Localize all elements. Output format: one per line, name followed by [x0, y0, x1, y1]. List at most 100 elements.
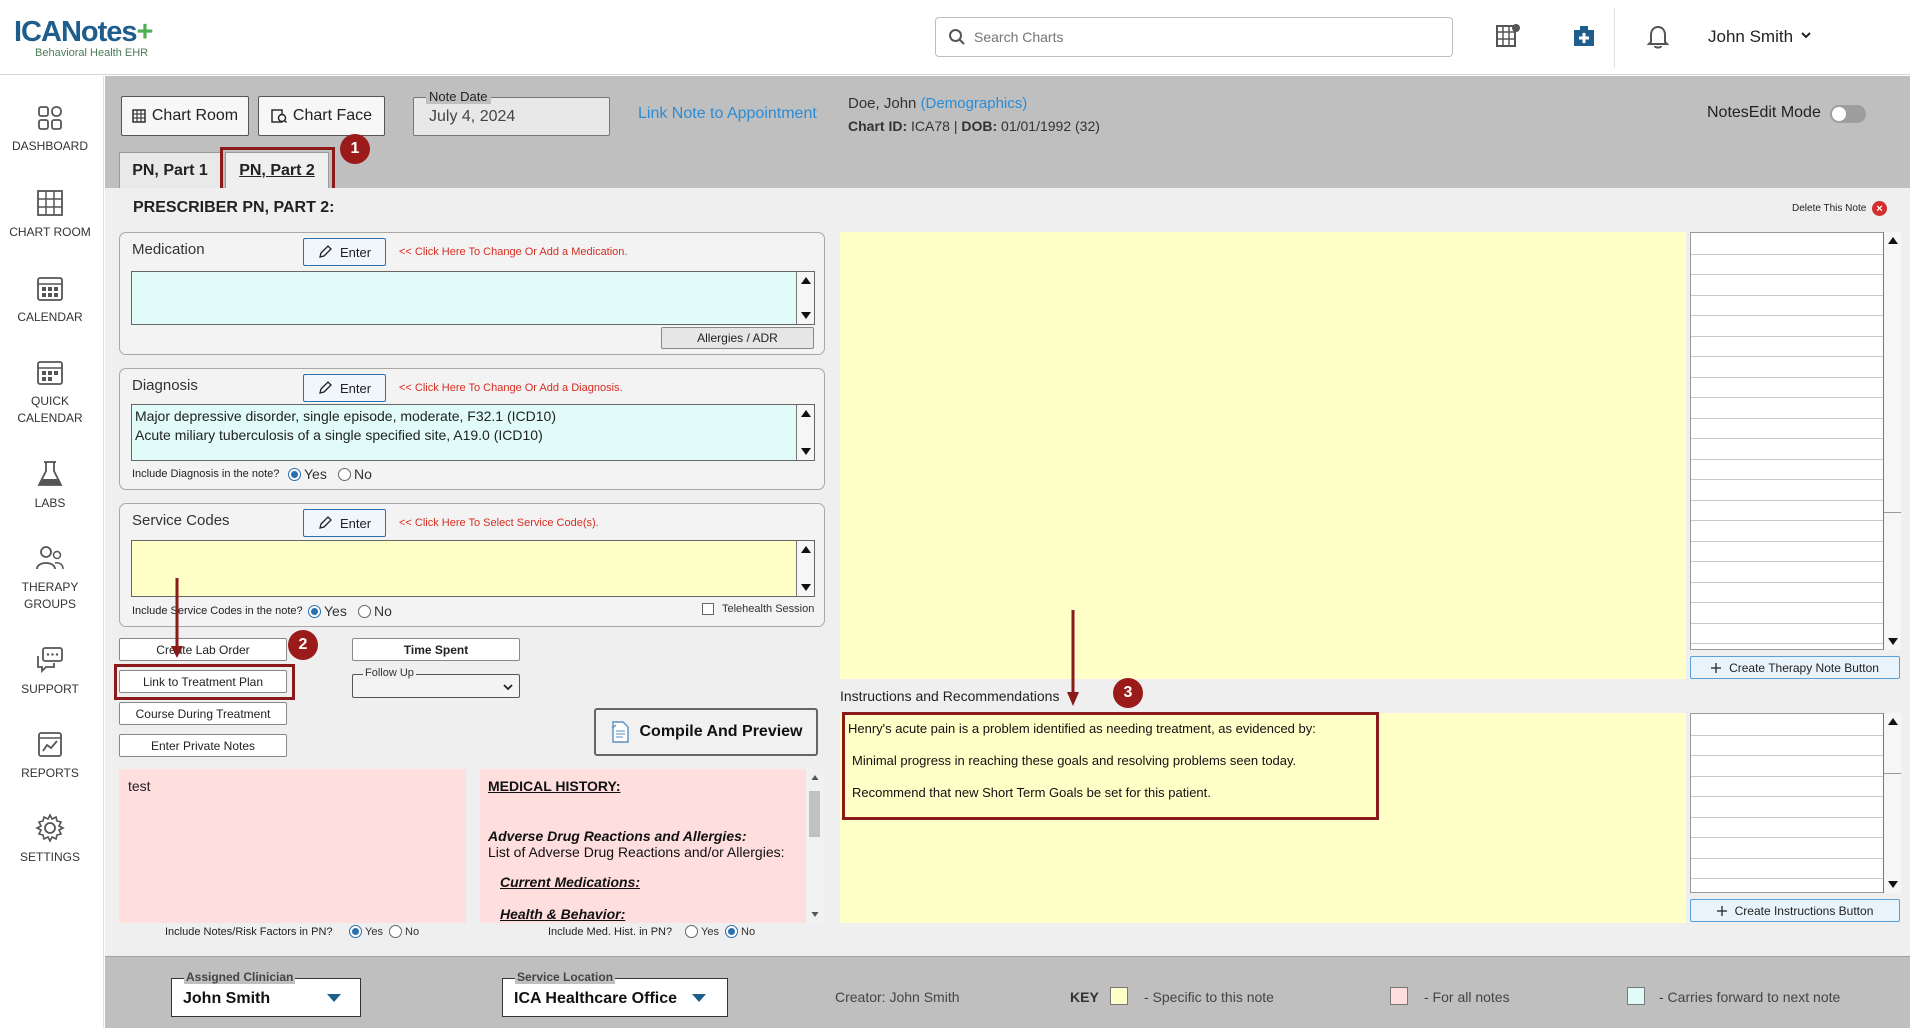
medication-enter-button[interactable]: Enter — [303, 238, 386, 266]
follow-up-label: Follow Up — [363, 667, 416, 679]
medication-textarea[interactable] — [131, 271, 815, 325]
key-cyan-swatch — [1627, 987, 1645, 1005]
scroll-up-icon[interactable] — [797, 405, 814, 422]
list-row-divider — [1691, 796, 1885, 797]
notes-edit-mode-toggle[interactable] — [1830, 105, 1866, 123]
chevron-down-icon[interactable] — [1800, 30, 1812, 40]
chart-queue-icon[interactable] — [1490, 18, 1526, 54]
search-box[interactable] — [935, 17, 1453, 57]
medical-history-panel[interactable]: MEDICAL HISTORY: Adverse Drug Reactions … — [480, 769, 806, 923]
note-date-field[interactable]: Note Date July 4, 2024 — [413, 89, 610, 136]
medical-history-scrollbar[interactable] — [806, 769, 824, 923]
medication-scrollbar[interactable] — [796, 272, 814, 324]
checkbox[interactable] — [702, 603, 714, 615]
pencil-icon — [319, 245, 332, 258]
scroll-up-icon[interactable] — [797, 541, 814, 558]
telehealth-checkbox[interactable]: Telehealth Session — [702, 603, 814, 615]
chevron-down-icon — [503, 684, 513, 691]
radio-unselected[interactable] — [389, 925, 402, 938]
create-therapy-note-button[interactable]: Create Therapy Note Button — [1690, 656, 1900, 679]
logo-plus-icon: + — [136, 16, 154, 48]
notes-text: test — [128, 778, 151, 794]
include-service-yes[interactable]: Yes — [308, 603, 347, 619]
list-row-divider — [1691, 274, 1885, 275]
scroll-up-icon[interactable] — [806, 769, 823, 786]
list-row-divider — [1691, 775, 1885, 777]
service-codes-textarea[interactable] — [131, 540, 815, 597]
list-row-divider — [1691, 417, 1885, 419]
sidebar-item-reports[interactable]: REPORTS — [0, 729, 100, 782]
radio-unselected[interactable] — [358, 604, 371, 618]
create-lab-order-button[interactable]: Create Lab Order — [119, 638, 287, 661]
tab-pn-part-1[interactable]: PN, Part 1 — [119, 152, 221, 188]
add-chart-icon[interactable] — [1566, 18, 1602, 54]
list-row-divider — [1691, 520, 1885, 521]
delete-note-icon[interactable]: × — [1872, 201, 1887, 216]
radio-unselected[interactable] — [338, 467, 351, 481]
scroll-down-icon[interactable] — [797, 579, 814, 596]
compile-preview-button[interactable]: Compile And Preview — [594, 708, 818, 756]
service-codes-scrollbar[interactable] — [796, 541, 814, 596]
include-diagnosis-no[interactable]: No — [338, 466, 372, 482]
scroll-up-icon[interactable] — [797, 272, 814, 289]
include-notes-no[interactable]: No — [389, 925, 419, 938]
diagnosis-scrollbar[interactable] — [796, 405, 814, 460]
sidebar-item-labs[interactable]: LABS — [0, 459, 100, 512]
course-treatment-button[interactable]: Course During Treatment — [119, 702, 287, 725]
radio-selected[interactable] — [308, 604, 321, 618]
scroll-up-icon[interactable] — [1884, 232, 1901, 249]
scroll-up-icon[interactable] — [1884, 713, 1901, 730]
private-notes-textarea[interactable]: test — [119, 769, 466, 923]
sidebar-item-chart-room[interactable]: CHART ROOM — [0, 188, 100, 241]
list-row-divider — [1691, 397, 1885, 398]
sidebar-item-therapy-groups[interactable]: THERAPY GROUPS — [0, 543, 100, 613]
create-instructions-button[interactable]: Create Instructions Button — [1690, 899, 1900, 922]
therapy-note-textarea[interactable] — [840, 232, 1686, 679]
search-input[interactable] — [974, 26, 1434, 48]
chart-face-button[interactable]: Chart Face — [258, 96, 385, 136]
private-notes-button[interactable]: Enter Private Notes — [119, 734, 287, 757]
radio-selected[interactable] — [725, 925, 738, 938]
demographics-link[interactable]: (Demographics) — [921, 95, 1028, 112]
include-notes-yes[interactable]: Yes — [349, 925, 383, 938]
diagnosis-enter-button[interactable]: Enter — [303, 374, 386, 402]
sidebar-item-dashboard[interactable]: DASHBOARD — [0, 104, 100, 155]
therapy-note-button-list[interactable] — [1690, 232, 1886, 650]
allergies-adr-button[interactable]: Allergies / ADR — [661, 327, 814, 349]
include-diagnosis-yes[interactable]: Yes — [288, 466, 327, 482]
scroll-down-icon[interactable] — [806, 906, 823, 923]
annotation-arrow-2 — [171, 578, 183, 658]
delete-note-label[interactable]: Delete This Note — [1792, 203, 1866, 214]
sidebar-item-calendar[interactable]: CALENDAR — [0, 273, 100, 326]
list-row-divider — [1691, 499, 1885, 501]
radio-selected[interactable] — [349, 925, 362, 938]
scroll-down-icon[interactable] — [1884, 876, 1901, 893]
sidebar-item-settings[interactable]: SETTINGS — [0, 813, 100, 866]
scroll-down-icon[interactable] — [797, 307, 814, 324]
service-location-select[interactable]: Service Location ICA Healthcare Office — [502, 970, 728, 1017]
time-spent-button[interactable]: Time Spent — [352, 638, 520, 661]
scroll-down-icon[interactable] — [797, 443, 814, 460]
instructions-list-scrollbar[interactable] — [1883, 713, 1901, 893]
scroll-down-icon[interactable] — [1884, 633, 1901, 650]
logo[interactable]: ICANotes+ — [14, 16, 154, 49]
user-menu[interactable]: John Smith — [1708, 27, 1793, 47]
bell-icon[interactable] — [1640, 18, 1676, 54]
diagnosis-title: Diagnosis — [132, 377, 198, 394]
include-service-no[interactable]: No — [358, 603, 392, 619]
sidebar-item-support[interactable]: SUPPORT — [0, 645, 100, 698]
chart-room-button[interactable]: Chart Room — [121, 96, 249, 136]
radio-selected[interactable] — [288, 467, 301, 481]
therapy-list-scrollbar[interactable] — [1883, 232, 1901, 650]
service-codes-enter-button[interactable]: Enter — [303, 509, 386, 537]
sidebar-item-quick-calendar[interactable]: QUICK CALENDAR — [0, 357, 100, 427]
instructions-button-list[interactable] — [1690, 713, 1886, 893]
follow-up-select[interactable]: Follow Up — [352, 667, 520, 698]
include-med-no[interactable]: No — [725, 925, 755, 938]
scroll-thumb[interactable] — [809, 791, 820, 837]
link-note-appointment[interactable]: Link Note to Appointment — [638, 105, 817, 123]
radio-unselected[interactable] — [685, 925, 698, 938]
diagnosis-textarea[interactable]: Major depressive disorder, single episod… — [131, 404, 815, 461]
include-med-yes[interactable]: Yes — [685, 925, 719, 938]
assigned-clinician-select[interactable]: Assigned Clinician John Smith — [171, 970, 361, 1017]
